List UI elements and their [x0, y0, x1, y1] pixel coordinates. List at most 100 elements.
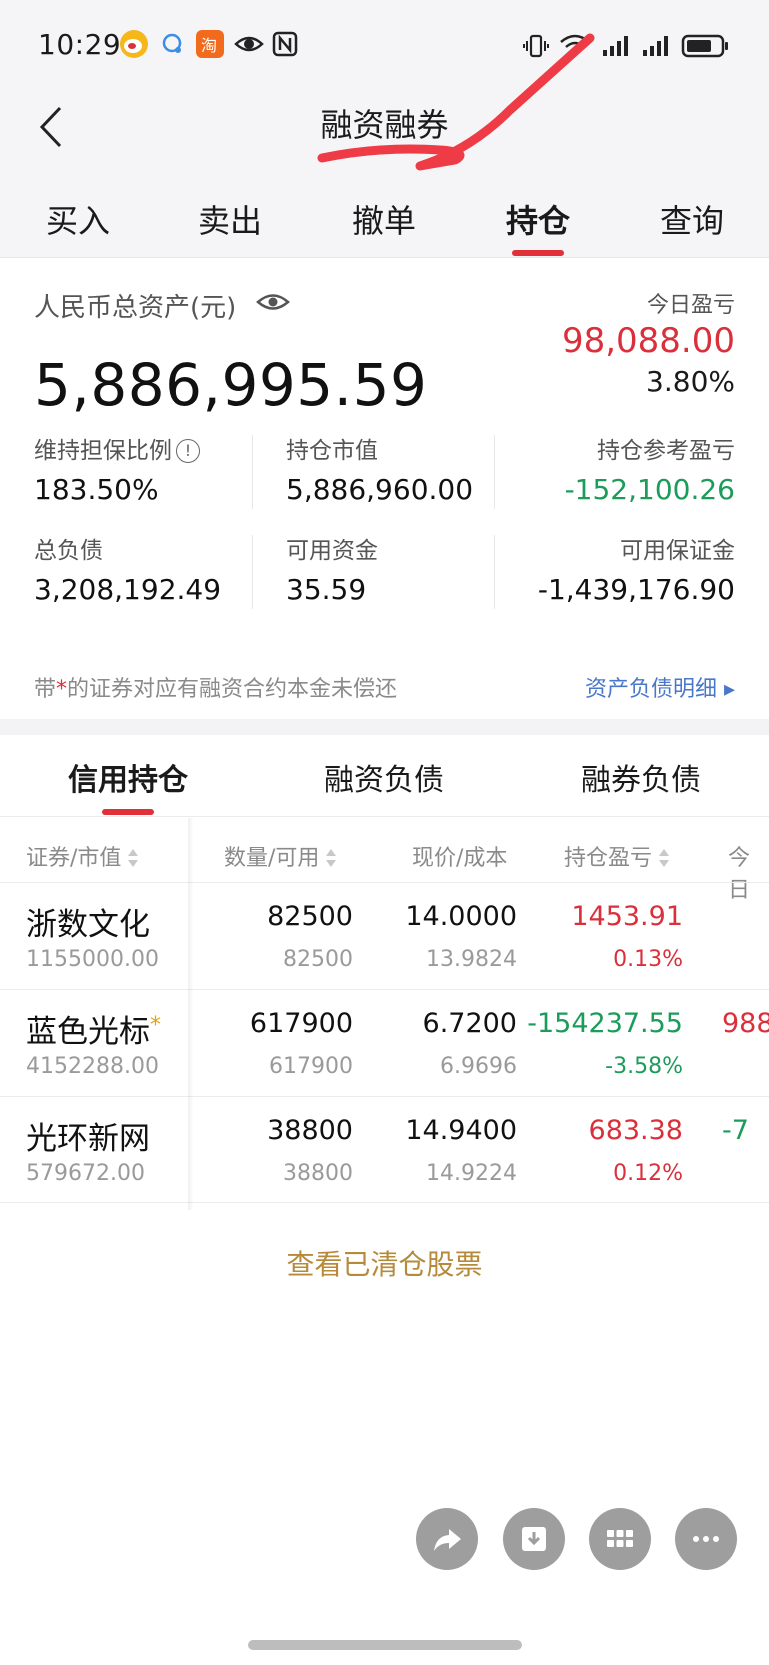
current-price: 14.9400: [405, 1115, 517, 1146]
more-icon: [693, 1536, 719, 1542]
position-mv-value: 5,886,960.00: [286, 473, 474, 506]
frozen-column-shadow: [188, 818, 194, 1210]
total-liabilities-value: 3,208,192.49: [34, 573, 222, 606]
share-icon: [434, 1529, 461, 1551]
market-value: 4152288.00: [26, 1054, 159, 1079]
weibo-icon: [120, 30, 148, 58]
status-time: 10:29: [38, 28, 122, 61]
available-quantity: 38800: [283, 1161, 353, 1186]
more-button[interactable]: [675, 1508, 737, 1570]
asset-summary: 人民币总资产(元) 5,886,995.59 今日盈亏 98,088.00 3.…: [0, 259, 769, 719]
quantity: 617900: [249, 1008, 353, 1039]
signal-icon: [601, 34, 631, 62]
divider: [252, 535, 253, 609]
subtab-active-indicator: [102, 809, 154, 815]
position-ref-pl-label: 持仓参考盈亏: [597, 438, 735, 464]
table-row[interactable]: 蓝色光标* 4152288.00 617900 617900 6.7200 6.…: [0, 989, 769, 1096]
status-bar: 10:29 淘: [0, 0, 769, 88]
message-icon: [158, 30, 186, 58]
tab-sell[interactable]: 卖出: [170, 196, 290, 242]
total-assets-label: 人民币总资产(元): [34, 293, 237, 323]
quantity: 82500: [267, 901, 353, 932]
position-mv-label: 持仓市值: [286, 438, 378, 464]
wifi-icon: [559, 33, 591, 63]
cost-price: 6.9696: [440, 1054, 517, 1079]
col-header-pl[interactable]: 持仓盈亏: [564, 840, 670, 872]
security-name: 光环新网: [26, 1121, 150, 1157]
col-header-price: 现价/成本: [412, 846, 508, 871]
nfc-icon: [272, 30, 300, 58]
eye-toggle-icon[interactable]: [256, 289, 290, 315]
tab-buy[interactable]: 买入: [18, 196, 138, 242]
position-pl-pct: 0.12%: [613, 1161, 683, 1186]
battery-icon: [681, 33, 729, 63]
divider: [494, 435, 495, 509]
position-ref-pl-value: -152,100.26: [564, 473, 735, 506]
cost-price: 13.9824: [426, 947, 517, 972]
principal-note: 带*的证券对应有融资合约本金未偿还: [34, 677, 398, 702]
svg-text:淘: 淘: [201, 36, 217, 55]
position-subtabs: 信用持仓 融资负债 融券负债: [0, 735, 769, 817]
home-indicator[interactable]: [248, 1640, 522, 1650]
section-gap: [0, 719, 769, 735]
subtab-financing-liabilities[interactable]: 融资负债: [299, 755, 469, 799]
position-pl: 683.38: [588, 1115, 683, 1146]
page-title: 融资融券: [320, 106, 449, 144]
sort-icon: [326, 849, 337, 867]
table-row[interactable]: 光环新网 579672.00 38800 38800 14.9400 14.92…: [0, 1096, 769, 1203]
available-funds-label: 可用资金: [286, 538, 378, 564]
maintenance-ratio-value: 183.50%: [34, 473, 159, 506]
grid-menu-button[interactable]: [589, 1508, 651, 1570]
today-pl-label: 今日盈亏: [646, 293, 735, 318]
vibrate-icon: [523, 32, 549, 64]
position-pl-pct: -3.58%: [605, 1054, 683, 1079]
asset-liability-detail-link[interactable]: 资产负债明细 ▸: [585, 671, 735, 703]
security-name: 蓝色光标*: [26, 1013, 161, 1050]
available-funds-value: 35.59: [286, 573, 367, 606]
tab-active-indicator: [512, 250, 564, 256]
market-value: 579672.00: [26, 1161, 145, 1186]
today-pl-pct: 3.80%: [646, 365, 735, 398]
security-name: 浙数文化: [26, 907, 150, 943]
download-icon: [522, 1527, 546, 1551]
current-price: 14.0000: [405, 901, 517, 932]
tab-cancel[interactable]: 撤单: [324, 196, 444, 242]
today-pl: -7: [722, 1115, 749, 1146]
cost-price: 14.9224: [426, 1161, 517, 1186]
download-button[interactable]: [503, 1508, 565, 1570]
position-pl-pct: 0.13%: [613, 947, 683, 972]
view-cleared-stocks-link[interactable]: 查看已清仓股票: [0, 1243, 769, 1283]
sort-icon: [128, 849, 139, 867]
divider: [494, 535, 495, 609]
nav-header: 融资融券: [0, 80, 769, 180]
col-header-qty[interactable]: 数量/可用: [224, 840, 337, 872]
position-pl: -154237.55: [527, 1008, 683, 1039]
system-icons: [523, 32, 729, 64]
subtab-securities-lending-liabilities[interactable]: 融券负债: [556, 755, 726, 799]
subtab-credit-positions[interactable]: 信用持仓: [43, 755, 213, 799]
signal-icon-2: [641, 34, 671, 62]
tab-positions[interactable]: 持仓: [478, 196, 598, 242]
available-quantity: 617900: [269, 1054, 353, 1079]
table-row[interactable]: 浙数文化 1155000.00 82500 82500 14.0000 13.9…: [0, 882, 769, 989]
info-icon[interactable]: !: [176, 439, 200, 463]
divider: [252, 435, 253, 509]
current-price: 6.7200: [422, 1008, 517, 1039]
share-button[interactable]: [416, 1508, 478, 1570]
tab-query[interactable]: 查询: [632, 196, 752, 242]
available-margin-label: 可用保证金: [620, 538, 735, 564]
notification-icons: 淘: [120, 30, 300, 58]
today-pl-value: 98,088.00: [561, 321, 735, 361]
grid-icon: [607, 1530, 633, 1547]
today-pl: 988: [722, 1008, 769, 1039]
maintenance-ratio-label[interactable]: 维持担保比例!: [34, 431, 200, 465]
market-value: 1155000.00: [26, 947, 159, 972]
positions-table: 证券/市值 数量/可用 现价/成本 持仓盈亏 今日 浙数文化 1155000.0…: [0, 818, 769, 1210]
col-header-security[interactable]: 证券/市值: [26, 840, 139, 872]
position-pl: 1453.91: [571, 901, 683, 932]
quantity: 38800: [267, 1115, 353, 1146]
app-screen: 10:29 淘 融资融券 买入 卖出 撤单 持仓 查询 人民币总资产(元) 5,…: [0, 0, 769, 1665]
trade-tabs: 买入 卖出 撤单 持仓 查询: [0, 180, 769, 258]
available-margin-value: -1,439,176.90: [537, 573, 735, 606]
total-assets-value: 5,886,995.59: [34, 351, 428, 419]
